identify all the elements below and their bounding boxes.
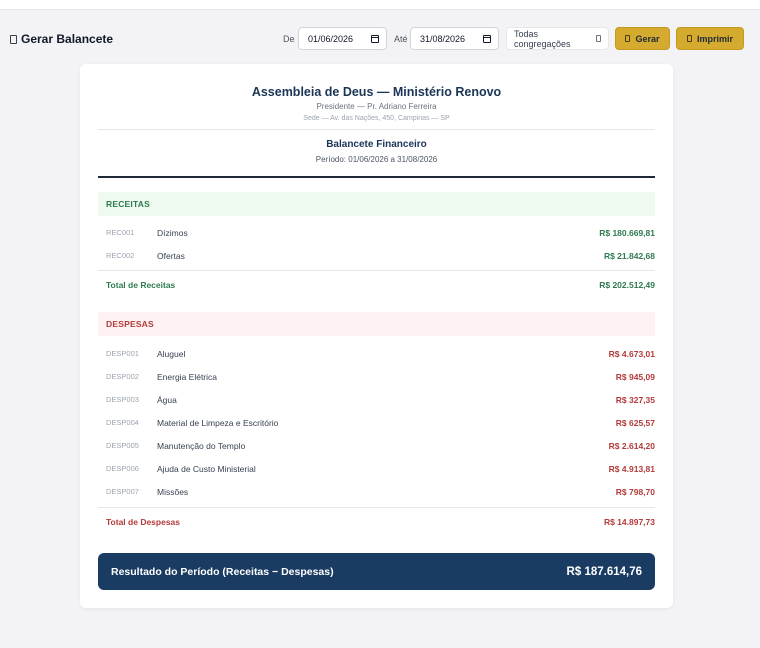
account-code: DESP006 xyxy=(106,464,139,473)
page-title-text: Gerar Balancete xyxy=(21,32,114,46)
account-value: R$ 21.842,68 xyxy=(603,250,655,261)
president-line: Presidente — Pr. Adriano Ferreira xyxy=(316,102,437,111)
despesas-heading: DESPESAS xyxy=(98,312,655,336)
congregation-select[interactable]: Todas congregações xyxy=(506,27,609,50)
table-row: REC002 Ofertas R$ 21.842,68 xyxy=(98,244,655,267)
to-date-value: 31/08/2026 xyxy=(420,33,466,44)
top-strip xyxy=(0,0,760,10)
despesas-total-row: Total de Despesas R$ 14.897,73 xyxy=(98,507,655,535)
table-row: DESP004 Material de Limpeza e Escritório… xyxy=(98,411,655,434)
account-value: R$ 4.673,01 xyxy=(608,348,655,359)
account-name: Material de Limpeza e Escritório xyxy=(157,417,279,428)
account-name: Água xyxy=(157,394,177,405)
header-rule xyxy=(98,176,655,178)
generate-button-label: Gerar xyxy=(635,33,660,44)
account-code: DESP007 xyxy=(106,487,139,496)
generate-icon xyxy=(625,35,631,42)
from-date-value: 01/06/2026 xyxy=(308,33,354,44)
table-row: REC001 Dízimos R$ 180.669,81 xyxy=(98,221,655,244)
to-date-label: Até xyxy=(394,34,408,44)
account-name: Manutenção do Templo xyxy=(157,440,246,451)
account-value: R$ 2.614,20 xyxy=(608,440,655,451)
congregation-select-value: Todas congregações xyxy=(514,28,571,49)
period-result-banner: Resultado do Período (Receitas − Despesa… xyxy=(98,553,655,590)
receitas-total-value: R$ 202.512,49 xyxy=(599,279,655,290)
select-arrow-icon xyxy=(596,35,601,42)
header-divider xyxy=(98,129,655,130)
page-title: Gerar Balancete xyxy=(10,32,113,46)
print-button-label: Imprimir xyxy=(696,33,733,44)
account-code: DESP001 xyxy=(106,349,139,358)
table-row: DESP003 Água R$ 327,35 xyxy=(98,388,655,411)
period-result-value: R$ 187.614,76 xyxy=(566,565,642,578)
balance-sheet-card: Assembleia de Deus — Ministério Renovo P… xyxy=(80,64,673,608)
from-date-label: De xyxy=(283,34,295,44)
account-name: Energia Elétrica xyxy=(157,371,218,382)
account-name: Aluguel xyxy=(157,348,186,359)
table-row: DESP005 Manutenção do Templo R$ 2.614,20 xyxy=(98,434,655,457)
account-name: Ajuda de Custo Ministerial xyxy=(157,463,256,474)
address-line: Sede — Av. das Nações, 450, Campinas — S… xyxy=(303,115,450,122)
account-code: DESP004 xyxy=(106,418,139,427)
to-date-input[interactable]: 31/08/2026 xyxy=(410,27,499,50)
org-name: Assembleia de Deus — Ministério Renovo xyxy=(251,85,502,99)
report-period: Período: 01/06/2026 a 31/08/2026 xyxy=(315,155,438,164)
account-value: R$ 945,09 xyxy=(615,371,655,382)
despesas-total-label: Total de Despesas xyxy=(106,516,181,527)
account-code: DESP003 xyxy=(106,395,139,404)
account-code: DESP005 xyxy=(106,441,139,450)
table-row: DESP006 Ajuda de Custo Ministerial R$ 4.… xyxy=(98,457,655,480)
generate-button[interactable]: Gerar xyxy=(615,27,670,50)
print-icon xyxy=(686,35,692,42)
account-value: R$ 798,70 xyxy=(615,486,655,497)
receitas-total-row: Total de Receitas R$ 202.512,49 xyxy=(98,270,655,298)
account-name: Missões xyxy=(157,486,189,497)
account-value: R$ 4.913,81 xyxy=(608,463,655,474)
document-icon xyxy=(10,34,17,44)
table-row: DESP007 Missões R$ 798,70 xyxy=(98,480,655,503)
table-row: DESP001 Aluguel R$ 4.673,01 xyxy=(98,342,655,365)
account-code: REC001 xyxy=(106,228,135,237)
print-button[interactable]: Imprimir xyxy=(676,27,744,50)
receitas-heading: RECEITAS xyxy=(98,192,655,216)
account-code: DESP002 xyxy=(106,372,139,381)
report-title: Balancete Financeiro xyxy=(326,139,427,150)
account-value: R$ 180.669,81 xyxy=(599,227,655,238)
despesas-total-value: R$ 14.897,73 xyxy=(603,516,655,527)
account-value: R$ 625,57 xyxy=(615,417,655,428)
account-value: R$ 327,35 xyxy=(615,394,655,405)
period-result-label: Resultado do Período (Receitas − Despesa… xyxy=(111,565,334,578)
receitas-total-label: Total de Receitas xyxy=(106,279,176,290)
account-code: REC002 xyxy=(106,251,135,260)
calendar-icon[interactable] xyxy=(371,34,379,43)
toolbar: Gerar Balancete De 01/06/2026 Até 31/08/… xyxy=(0,10,760,68)
table-row: DESP002 Energia Elétrica R$ 945,09 xyxy=(98,365,655,388)
account-name: Ofertas xyxy=(157,250,185,261)
account-name: Dízimos xyxy=(157,227,188,238)
calendar-icon[interactable] xyxy=(483,34,491,43)
from-date-input[interactable]: 01/06/2026 xyxy=(298,27,387,50)
